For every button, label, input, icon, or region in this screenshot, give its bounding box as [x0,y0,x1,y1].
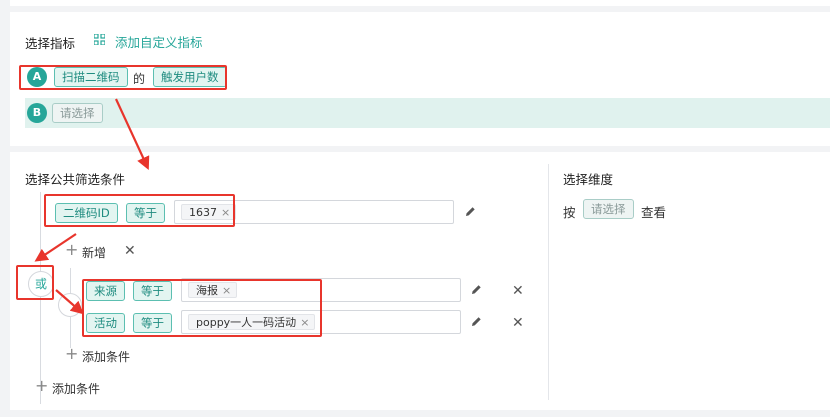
annotation-arrow-to-or [34,233,77,262]
annotation-arrow-to-group [55,289,84,315]
annotation-arrows [34,98,150,315]
annotation-arrow-to-condition [115,98,150,170]
